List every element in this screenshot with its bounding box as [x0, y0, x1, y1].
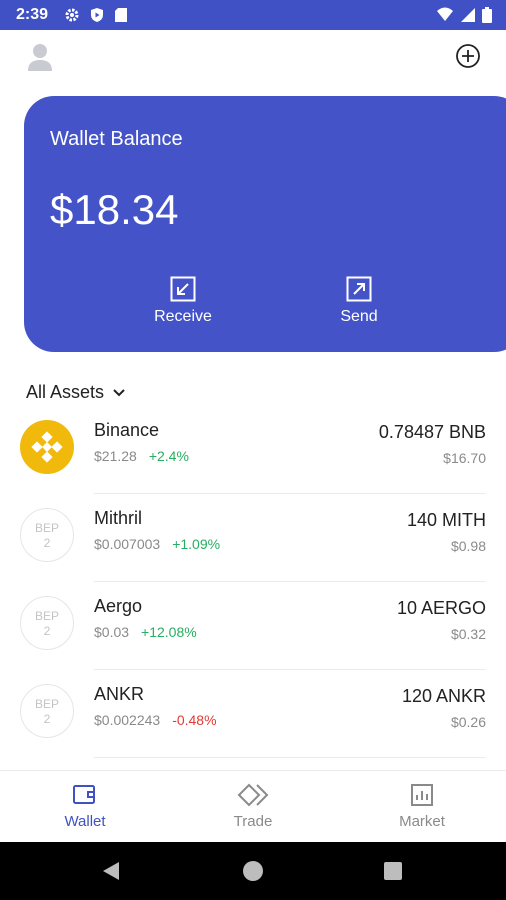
asset-row-binance[interactable]: Binance $21.28 +2.4% 0.78487 BNB $16.70: [0, 406, 506, 494]
asset-row-mithril[interactable]: BEP 2 Mithril $0.007003 +1.09% 140 MITH $…: [0, 494, 506, 582]
token-standard-label: BEP: [34, 609, 59, 623]
cellular-signal-icon: [460, 7, 476, 23]
wallet-balance-card: Wallet Balance $18.34 Receive Send: [24, 96, 506, 352]
arrow-up-right-box-icon: [314, 276, 404, 302]
shield-play-icon: [89, 7, 105, 23]
asset-price: $0.03 +12.08%: [94, 624, 197, 640]
asset-row-ankr[interactable]: BEP 2 ANKR $0.002243 -0.48% 120 ANKR $0.2…: [0, 670, 506, 758]
row-divider: [94, 757, 486, 758]
arrow-down-left-box-icon: [138, 276, 228, 302]
asset-price: $0.007003 +1.09%: [94, 536, 220, 552]
tab-market[interactable]: Market: [367, 783, 477, 830]
home-circle-icon[interactable]: [243, 861, 263, 881]
asset-amount: 140 MITH: [406, 510, 486, 530]
trade-diamond-icon: [198, 783, 308, 807]
asset-fiat-value: $0.32: [450, 626, 486, 642]
token-standard-number: 2: [43, 624, 51, 638]
receive-button[interactable]: Receive: [138, 276, 228, 326]
settings-gear-icon: [64, 7, 80, 23]
bar-chart-icon: [367, 783, 477, 807]
bep2-token-icon: BEP 2: [20, 684, 74, 738]
tab-market-label: Market: [399, 813, 445, 830]
asset-unit-price: $0.002243: [94, 712, 161, 728]
asset-amount: 120 ANKR: [401, 686, 486, 706]
status-time: 2:39: [16, 6, 49, 23]
bep2-token-icon: BEP 2: [20, 596, 74, 650]
asset-unit-price: $0.03: [94, 624, 130, 640]
top-bar: [0, 30, 506, 90]
asset-name: ANKR: [94, 684, 145, 704]
user-avatar-icon[interactable]: [26, 42, 54, 72]
tab-trade-label: Trade: [233, 813, 273, 830]
plus-circle-icon[interactable]: [454, 42, 482, 70]
tab-trade[interactable]: Trade: [198, 783, 308, 830]
token-standard-label: BEP: [34, 697, 59, 711]
asset-fiat-value: $16.70: [443, 450, 486, 466]
asset-fiat-value: $0.98: [450, 538, 486, 554]
system-navigation-bar: [0, 842, 506, 900]
asset-unit-price: $0.007003: [94, 536, 161, 552]
bep2-token-icon: BEP 2: [20, 508, 74, 562]
bottom-navigation: Wallet Trade Market: [0, 770, 506, 842]
token-standard-number: 2: [43, 712, 51, 726]
asset-fiat-value: $0.26: [450, 714, 486, 730]
status-bar: 2:39: [0, 0, 506, 30]
recent-apps-square-icon[interactable]: [384, 862, 402, 880]
asset-unit-price: $21.28: [94, 448, 137, 464]
sd-card-icon: [114, 7, 128, 23]
binance-logo-icon: [20, 420, 74, 474]
asset-price: $21.28 +2.4%: [94, 448, 189, 464]
battery-icon: [482, 7, 492, 23]
asset-name: Mithril: [94, 508, 142, 528]
asset-change: +1.09%: [172, 536, 221, 552]
wallet-balance-title: Wallet Balance: [50, 128, 183, 150]
tab-wallet-label: Wallet: [64, 813, 106, 830]
token-standard-label: BEP: [34, 521, 59, 535]
send-label: Send: [340, 308, 378, 325]
asset-amount: 10 AERGO: [396, 598, 486, 618]
token-standard-number: 2: [43, 536, 51, 550]
asset-change: -0.48%: [172, 712, 217, 728]
asset-change: +2.4%: [148, 448, 189, 464]
asset-row-aergo[interactable]: BEP 2 Aergo $0.03 +12.08% 10 AERGO $0.32: [0, 582, 506, 670]
asset-name: Aergo: [94, 596, 143, 616]
send-button[interactable]: Send: [314, 276, 404, 326]
asset-amount: 0.78487 BNB: [378, 422, 486, 442]
back-triangle-icon[interactable]: [102, 861, 120, 886]
wallet-balance-amount: $18.34: [50, 186, 179, 233]
receive-label: Receive: [154, 308, 212, 325]
asset-price: $0.002243 -0.48%: [94, 712, 217, 728]
asset-name: Binance: [94, 420, 160, 440]
asset-change: +12.08%: [141, 624, 197, 640]
all-assets-dropdown[interactable]: All Assets: [26, 382, 126, 403]
all-assets-label: All Assets: [26, 382, 105, 402]
chevron-down-icon: [112, 382, 126, 403]
tab-wallet[interactable]: Wallet: [30, 783, 140, 830]
wifi-icon: [436, 7, 454, 23]
wallet-icon: [30, 783, 140, 807]
